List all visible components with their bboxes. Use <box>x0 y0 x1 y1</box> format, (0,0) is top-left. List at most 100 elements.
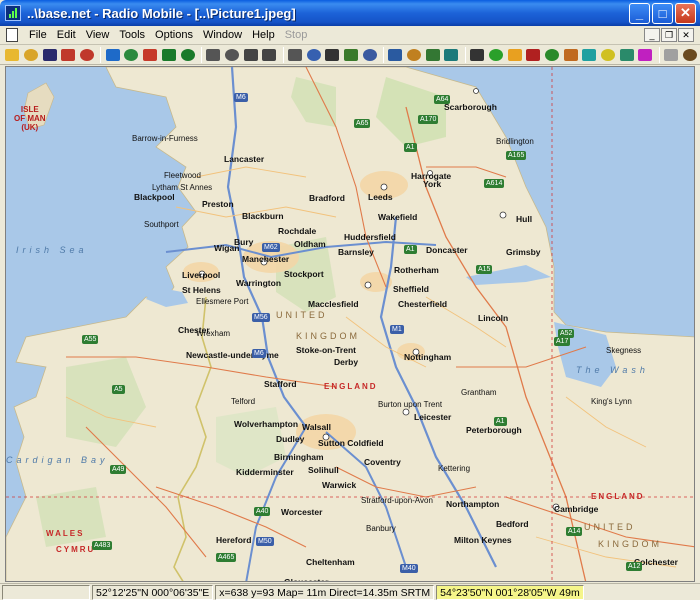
visual-icon <box>600 48 615 61</box>
window-title: ..\base.net - Radio Mobile - [..\Picture… <box>27 5 296 21</box>
place-label: Stratford-upon-Avon <box>361 496 433 505</box>
menu-tools[interactable]: Tools <box>114 27 150 44</box>
save-button[interactable] <box>41 46 58 63</box>
copy-button[interactable] <box>305 46 322 63</box>
maximize-button[interactable]: □ <box>652 2 673 24</box>
status-cursor-info: x=638 y=93 Map= 11m Direct=14.35m SRTM <box>215 584 435 600</box>
shortcut-icon <box>664 48 679 61</box>
menu-file[interactable]: File <box>24 27 52 44</box>
pdf-button[interactable] <box>242 46 259 63</box>
arrow-right-button[interactable] <box>179 46 196 63</box>
toolbar-separator <box>383 46 385 63</box>
menu-help[interactable]: Help <box>247 27 280 44</box>
stats-icon <box>619 48 634 61</box>
antenna-button[interactable] <box>469 46 486 63</box>
network-button[interactable] <box>581 46 598 63</box>
unit-properties-button[interactable] <box>79 46 96 63</box>
window-button[interactable] <box>205 46 222 63</box>
place-label: Rotherham <box>394 265 439 275</box>
minimize-button[interactable]: _ <box>629 2 650 24</box>
region-label: KINGDOM <box>598 539 663 549</box>
toolbar-separator <box>658 46 660 63</box>
place-label: Scarborough <box>444 102 497 112</box>
window-controls: _ □ ✕ <box>629 2 696 24</box>
region-label: UNITED <box>276 310 328 320</box>
place-label: Warrington <box>236 278 282 288</box>
motorway-shield: M40 <box>400 564 418 573</box>
mdi-restore-button[interactable]: ❐ <box>661 28 677 42</box>
map-properties-button[interactable] <box>387 46 404 63</box>
a-road-shield: A14 <box>566 527 583 536</box>
place-label: Leicester <box>414 412 452 422</box>
network-properties-button[interactable] <box>60 46 77 63</box>
open-folder-button[interactable] <box>4 46 21 63</box>
place-label: Fleetwood <box>164 171 201 180</box>
cartesian-coverage-button[interactable] <box>525 46 542 63</box>
place-label: Stafford <box>264 379 297 389</box>
arrow-left-icon <box>161 48 176 61</box>
picture-properties-button[interactable] <box>424 46 441 63</box>
motorway-shield: M62 <box>262 243 280 252</box>
a-road-shield: A165 <box>506 151 527 160</box>
route-button[interactable] <box>544 46 561 63</box>
place-label: Bridlington <box>496 137 534 146</box>
open-file-button[interactable] <box>23 46 40 63</box>
a-road-shield: A170 <box>418 115 439 124</box>
menu-view[interactable]: View <box>81 27 115 44</box>
find-button[interactable] <box>562 46 579 63</box>
place-label: Derby <box>334 357 359 367</box>
a-road-shield: A52 <box>558 329 575 338</box>
menu-window[interactable]: Window <box>198 27 247 44</box>
zoom-button[interactable] <box>443 46 460 63</box>
place-label: Cheltenham <box>306 557 355 567</box>
radio-mobile-app-icon[interactable] <box>5 5 21 21</box>
title-bar[interactable]: ..\base.net - Radio Mobile - [..\Picture… <box>0 0 700 26</box>
menu-edit[interactable]: Edit <box>52 27 81 44</box>
polygon-button[interactable] <box>361 46 378 63</box>
globe-alt-button[interactable] <box>142 46 159 63</box>
polar-coverage-button[interactable] <box>506 46 523 63</box>
map-properties-icon <box>388 48 403 61</box>
arrow-left-button[interactable] <box>161 46 178 63</box>
help-icon <box>682 48 697 61</box>
map-picture[interactable]: Lancaster Scarborough Harrogate York Blackpo… <box>5 66 695 582</box>
close-button[interactable]: ✕ <box>675 2 696 24</box>
globe-button[interactable] <box>123 46 140 63</box>
help-button[interactable] <box>681 46 698 63</box>
place-label: Peterborough <box>466 425 522 435</box>
menu-options[interactable]: Options <box>150 27 198 44</box>
merge-button[interactable] <box>324 46 341 63</box>
place-label: Preston <box>202 199 234 209</box>
mdi-close-button[interactable]: ✕ <box>678 28 694 42</box>
palette-icon <box>638 48 653 61</box>
place-label: Hull <box>516 214 533 224</box>
window-icon <box>206 48 221 61</box>
place-label: Burton upon Trent <box>378 400 443 409</box>
a-road-shield: A49 <box>110 465 127 474</box>
world-button[interactable] <box>104 46 121 63</box>
place-label: Oldham <box>294 239 326 249</box>
place-label: Wakefield <box>378 212 418 222</box>
place-label: Ellesmere Port <box>196 297 249 306</box>
place-label: Banbury <box>366 524 396 533</box>
water-label: The Wash <box>576 365 649 375</box>
mdi-minimize-button[interactable]: _ <box>644 28 660 42</box>
person-button[interactable] <box>406 46 423 63</box>
window-restore-button[interactable] <box>224 46 241 63</box>
a-road-shield: A15 <box>476 265 493 274</box>
stats-button[interactable] <box>618 46 635 63</box>
print-button[interactable] <box>287 46 304 63</box>
place-label: Sutton Coldfield <box>318 438 384 448</box>
palette-button[interactable] <box>637 46 654 63</box>
shortcut-button[interactable] <box>663 46 680 63</box>
visual-button[interactable] <box>600 46 617 63</box>
picture-button[interactable] <box>261 46 278 63</box>
a-road-shield: A1 <box>494 417 507 426</box>
place-label: Wrexham <box>196 329 231 338</box>
elevation-button[interactable] <box>343 46 360 63</box>
radio-link-button[interactable] <box>488 46 505 63</box>
menu-bar: File Edit View Tools Options Window Help… <box>0 26 700 45</box>
place-label: Manchester <box>242 254 290 264</box>
document-icon[interactable] <box>6 28 18 42</box>
place-label: Bradford <box>309 193 345 203</box>
